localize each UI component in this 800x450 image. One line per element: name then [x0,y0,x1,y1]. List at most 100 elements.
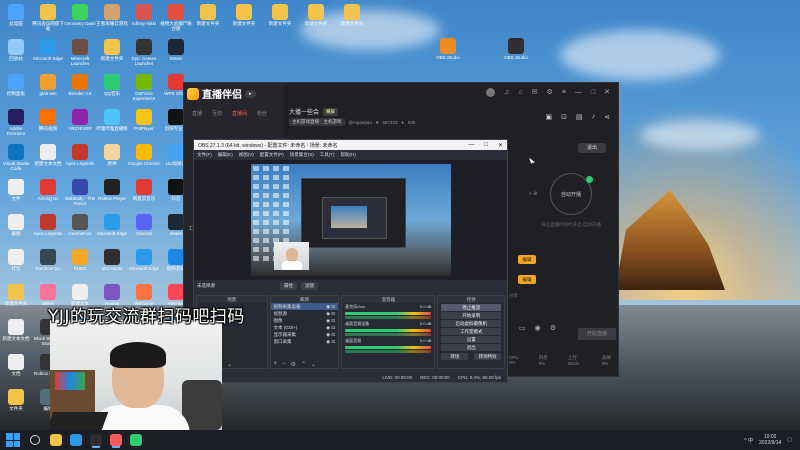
source-item[interactable]: 视频采集设备 ◉ ⊡ [270,303,339,310]
desktop-icon[interactable]: 王者荣耀云游戏 [96,2,128,37]
desktop-icon[interactable]: obs-studio [96,247,128,282]
gift-icon[interactable]: ⌂ [518,89,522,96]
desktop-icon[interactable]: 原神 [96,142,128,177]
desktop-icon[interactable]: Geometrize [64,212,96,247]
file-explorer-icon[interactable] [50,434,62,446]
lock-icon[interactable]: ⊡ [561,113,567,121]
share-text[interactable]: 分享 [509,293,518,299]
visibility-lock-icon[interactable]: ◉ ⊡ [326,338,335,345]
clock[interactable]: 10:02 2022/9/14 [759,434,781,446]
version-badge[interactable]: ▸ [245,89,256,98]
tab-1[interactable]: 互动 [212,110,222,117]
transition-effect-button[interactable]: 转场特效 [474,353,502,360]
source-item[interactable]: 视频源 ◉ ⊡ [271,310,339,317]
up-icon[interactable]: ⌃ [301,361,306,368]
edge-icon[interactable] [70,434,82,446]
desktop-icon[interactable]: Microsoft Edge [32,37,64,72]
desktop-icon[interactable]: Rainbow Six [32,247,64,282]
close-icon[interactable]: ✕ [604,88,610,96]
desktop-icon[interactable]: Microsoft Edge [128,247,160,282]
wechat-icon[interactable] [130,434,142,446]
desktop-icon[interactable]: Steam [160,37,192,72]
bell-icon[interactable]: ♪ [592,113,596,121]
desktop-icon[interactable]: OBS Studio [482,36,550,65]
desktop-icon[interactable]: 腾讯会议网盘下载 [32,2,64,37]
visibility-lock-icon[interactable]: ◉ ⊡ [326,303,335,310]
source-item[interactable]: 窗口采集 ◉ ⊡ [271,338,339,345]
edit-button-2[interactable]: 编辑 [518,275,536,284]
minimize-icon[interactable]: — [468,142,474,149]
control-button[interactable]: 停止推流 [441,304,502,311]
desktop-icon[interactable]: Minecraft Launcher [64,37,96,72]
headphones-icon[interactable]: ♫ [504,89,509,96]
desktop-icon[interactable]: 文档 [0,352,32,387]
desktop-icon[interactable]: Discord [128,212,160,247]
start-live-button[interactable]: 开始直播 [578,328,616,340]
desktop-icon[interactable]: 新建文件夹 [96,37,128,72]
exit-button[interactable]: 退出 [578,143,606,153]
desktop-icon[interactable]: 腾讯视频 [32,107,64,142]
control-button[interactable]: 开始录制 [441,312,502,319]
desktop-icon[interactable]: 哔哩哔哩直播姬 [96,107,128,142]
tab-3[interactable]: 粉丝 [257,110,267,117]
down-icon[interactable]: ⌄ [311,361,316,368]
room-title[interactable]: 大播一些会 [289,107,319,116]
desktop-icon[interactable]: Roblox Player [96,177,128,212]
gear-icon[interactable]: ⚙ [291,361,296,368]
desktop-icon[interactable]: 网易云音乐 [128,177,160,212]
desktop-icon[interactable]: ARCHIVER [64,107,96,142]
gift-box-icon[interactable]: ▣ [546,113,553,121]
desktop-icon[interactable]: PUBG [64,247,96,282]
start-button[interactable] [6,433,20,447]
close-icon[interactable]: ✕ [498,142,503,149]
desktop-icon[interactable]: 新建文本文档 [32,142,64,177]
desktop-icon[interactable]: Geometry Dash [64,2,96,37]
desktop-icon[interactable]: Blender 3.6 [64,72,96,107]
share-icon[interactable]: ⋖ [604,113,610,121]
desktop-icon[interactable]: Adobe Premiere [0,107,32,142]
desktop-icon[interactable]: 新建文件夹 [298,2,334,31]
filters-button[interactable]: 滤镜 [301,282,318,290]
desktop-icon[interactable]: 此电脑 [0,2,32,37]
menu-item[interactable]: 配置文件(P) [260,152,284,158]
tab-0[interactable]: 直播 [192,110,202,117]
desktop-icon[interactable]: Google Chrome [128,142,160,177]
desktop-icon[interactable]: 回收站 [0,37,32,72]
camera-icon[interactable]: ▭ [519,324,526,332]
minimize-icon[interactable]: — [575,89,582,96]
avatar[interactable] [486,87,496,97]
visibility-lock-icon[interactable]: ◉ ⊡ [326,317,335,324]
menu-item[interactable]: 场景集合(S) [290,152,314,158]
properties-button[interactable]: 属性 [280,282,297,290]
obs-preview[interactable] [194,160,507,280]
control-button[interactable]: 设置 [441,336,502,343]
search-icon[interactable] [30,435,40,445]
category-pill[interactable]: 主机游戏直播：主机游戏 [289,118,345,126]
visibility-lock-icon[interactable]: ◉ ⊡ [326,324,335,331]
gear-icon[interactable]: ⚙ [550,324,556,332]
menu-item[interactable]: 工具(T) [320,152,335,158]
control-button[interactable]: 启动虚拟摄像机 [441,320,502,327]
desktop-icon[interactable]: GeForce Experience [128,72,160,107]
notification-icon[interactable]: ▢ [787,437,792,443]
desktop-icon[interactable]: Apex Legends [64,142,96,177]
source-item[interactable]: 文本 (GDI+) ◉ ⊡ [271,324,339,331]
desktop-icon[interactable]: 植物大战僵尸融合版 [160,2,192,37]
mixer-dock[interactable]: 混音器 麦克风/Aux 0.0 dB 桌面音频设备 0.0 dB 桌面音频 0.0 dB [341,295,436,369]
desktop-icon[interactable]: 控制面板 [0,72,32,107]
volume-slider[interactable] [345,333,432,336]
desktop-icon[interactable]: Apex Legends [32,212,64,247]
transition-button[interactable]: 转场 [441,353,469,360]
volume-slider[interactable] [345,316,432,319]
control-button[interactable]: 退出 [441,344,502,351]
obs-icon[interactable] [90,434,102,446]
maximize-icon[interactable]: □ [484,142,488,149]
desktop-icon[interactable]: 新建文本文档 [0,317,32,352]
mail-icon[interactable]: ✉ [532,88,538,96]
add-icon[interactable]: + [274,361,278,367]
desktop-icon[interactable]: 新建文件夹 [190,2,226,31]
live-app-icon[interactable] [110,434,122,446]
tray-text[interactable]: ^ 中 [744,437,753,444]
edit-button-1[interactable]: 编辑 [518,255,536,264]
desktop-icon[interactable]: gta5-win [32,72,64,107]
